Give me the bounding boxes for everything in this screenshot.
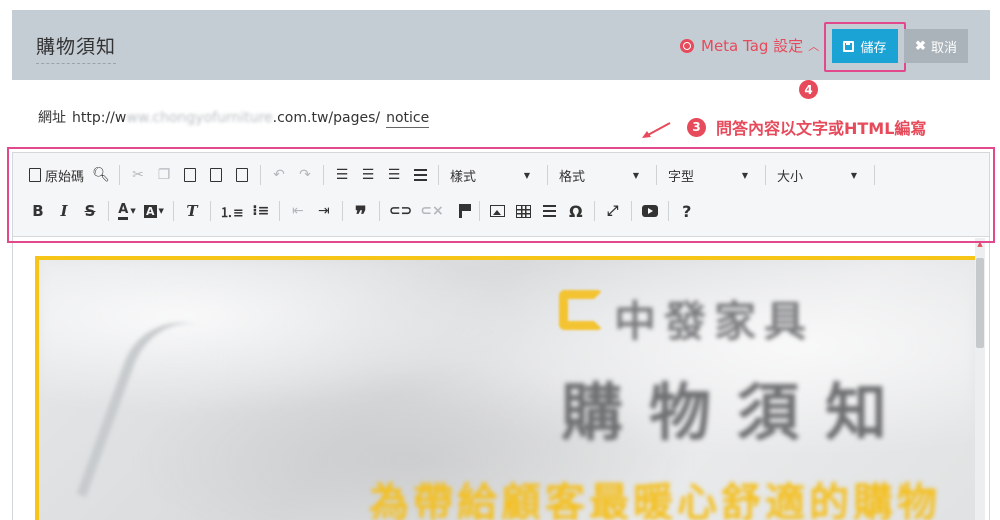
page-title[interactable]: 購物須知 (36, 32, 117, 64)
annotation-note: 3 問答內容以文字或HTML編寫 (687, 115, 926, 139)
close-icon: ✖ (915, 38, 926, 53)
scrollbar-thumb[interactable] (976, 258, 984, 348)
url-prefix-label: 網址 (38, 110, 66, 126)
banner-title-text: 購物須知 (561, 376, 914, 449)
save-button-label: 儲存 (860, 39, 887, 55)
floppy-disk-icon (843, 40, 855, 52)
annotation-arrow-icon (642, 122, 671, 138)
cancel-button[interactable]: ✖ 取消 (904, 29, 968, 63)
page-url: 網址 http://www.chongyofurniture.com.tw/pa… (38, 107, 430, 128)
url-slug[interactable]: notice (386, 110, 430, 128)
save-button[interactable]: 儲存 (832, 29, 898, 63)
chevron-up-icon: ︿ (808, 39, 820, 53)
banner-slogan-text: 為帶給顧客最暖心舒適的購物 (369, 480, 941, 520)
cancel-button-label: 取消 (930, 39, 957, 55)
globe-icon (680, 38, 694, 53)
editor-scrollbar[interactable]: ▲ (975, 238, 985, 520)
meta-tag-toggle[interactable]: Meta Tag 設定 ︿ (680, 35, 819, 56)
step-badge-4: 4 (799, 80, 818, 99)
brand-logo-icon (559, 290, 603, 330)
banner-brand-text: 中發家具 (614, 297, 815, 346)
annotation-text: 問答內容以文字或HTML編寫 (716, 119, 927, 138)
page-header: 購物須知 Meta Tag 設定 ︿ 儲存 ✖ 取消 (12, 10, 990, 80)
step-badge-3: 3 (687, 117, 706, 137)
page: 購物須知 Meta Tag 設定 ︿ 儲存 ✖ 取消 4 網址 http://w… (0, 0, 1000, 520)
meta-tag-label: Meta Tag 設定 (701, 37, 804, 55)
url-text: http://www.chongyofurniture.com.tw/pages… (72, 110, 381, 126)
toolbar-highlight (7, 147, 995, 243)
content-banner-image: 中發家具 購物須知 為帶給顧客最暖心舒適的購物 (35, 256, 975, 520)
url-blurred-domain: ww.chongyofurniture (126, 110, 273, 126)
editor-content-area[interactable]: 中發家具 購物須知 為帶給顧客最暖心舒適的購物 ▲ (13, 238, 989, 520)
